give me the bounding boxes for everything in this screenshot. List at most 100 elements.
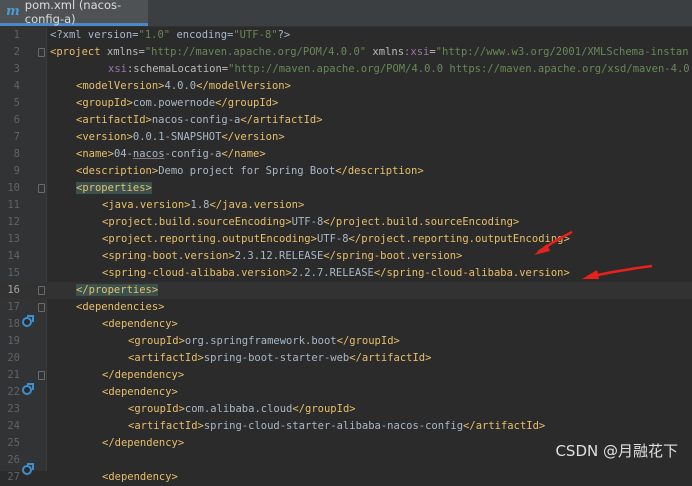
open-tag: <groupId> [128,403,185,415]
close-tag: </version> [221,131,285,143]
open-tag: <spring-cloud-alibaba.version> [102,267,292,279]
line-number: 2 [13,46,20,58]
line-number: 20 [7,352,20,364]
close-tag: </description> [335,165,424,177]
code-line-15[interactable]: 15 <spring-cloud-alibaba.version>2.2.7.RE… [0,265,692,282]
xmlns-value: "http://maven.apache.org/POM/4.0.0" [144,46,367,58]
tag-value: spring-boot-starter-web [203,352,350,364]
tag-value: com.powernode [132,97,216,109]
line-number: 4 [13,80,20,92]
code-line-24[interactable]: 24 <artifactId>spring-cloud-starter-aliba… [0,418,692,435]
open-tag: <dependencies> [76,301,165,313]
fold-marker-icon[interactable] [38,371,45,380]
tag-value: 1.8 [190,199,210,211]
maven-dependency-icon[interactable] [22,385,32,395]
code-line-13[interactable]: 13 <project.reporting.outputEncoding>UTF-… [0,231,692,248]
code-line-7[interactable]: 7 <version>0.0.1-SNAPSHOT</version> [0,129,692,146]
line-number: 6 [13,114,20,126]
code-line-27[interactable]: 27 <dependency> [0,469,692,486]
fold-marker-icon[interactable] [38,184,45,193]
close-tag: </spring-cloud-alibaba.version> [373,267,570,279]
open-tag: <dependency> [102,386,178,398]
code-line-21[interactable]: 21 </dependency> [0,367,692,384]
tag-value: 0.0.1-SNAPSHOT [132,131,222,143]
line-number: 27 [7,471,20,483]
line-number: 25 [7,437,20,449]
tag-value: 4.0.0 [164,80,197,92]
xml-encoding-value: "UTF-8" [233,29,278,41]
xml-declaration-end: ?> [277,29,291,41]
close-tag: </groupId> [336,335,400,347]
close-tag: </dependency> [102,369,185,381]
maven-icon: m [6,4,20,19]
properties-open-tag: <properties> [76,182,152,194]
xml-encoding-attr: encoding= [170,29,234,41]
line-number: 8 [13,148,20,160]
open-tag: <spring-boot.version> [102,250,235,262]
code-line-18[interactable]: 18 <dependency> [0,316,692,333]
line-number: 7 [13,131,20,143]
code-line-1[interactable]: 1 <?xml version="1.0" encoding="UTF-8"?> [0,27,692,44]
open-tag: <version> [76,131,133,143]
line-number: 21 [7,369,20,381]
maven-dependency-icon[interactable] [22,317,32,327]
xml-version-value: "1.0" [138,29,171,41]
open-tag: <project.build.sourceEncoding> [102,216,292,228]
code-line-19[interactable]: 19 <groupId>org.springframework.boot</gro… [0,333,692,350]
code-line-12[interactable]: 12 <project.build.sourceEncoding>UTF-8</p… [0,214,692,231]
tag-value: org.springframework.boot [184,335,337,347]
csdn-watermark: CSDN @月融花下 [555,442,678,460]
tag-value: 2.3.12.RELEASE [234,250,324,262]
xmlns-attr: xmlns [106,46,139,58]
close-tag: </project.build.sourceEncoding> [323,216,520,228]
code-line-4[interactable]: 4 <modelVersion>4.0.0</modelVersion> [0,78,692,95]
open-tag: <dependency> [102,318,178,330]
code-line-22[interactable]: 22 <dependency> [0,384,692,401]
code-line-23[interactable]: 23 <groupId>com.alibaba.cloud</groupId> [0,401,692,418]
code-line-20[interactable]: 20 <artifactId>spring-boot-starter-web</a… [0,350,692,367]
xsi-namespace: :xsi [404,46,430,58]
tag-value: spring-cloud-starter-alibaba-nacos-confi… [203,420,464,432]
line-number: 15 [7,267,20,279]
line-number: 9 [13,165,20,177]
tag-value: com.alibaba.cloud [184,403,293,415]
line-number: 23 [7,403,20,415]
open-tag: <project.reporting.outputEncoding> [102,233,317,245]
line-number: 26 [7,454,20,466]
line-number: 16 [7,284,20,296]
editor-tab-bar: m pom.xml (nacos-config-a) [0,0,692,27]
line-number: 1 [13,29,20,41]
xsi-prefix: xsi [108,63,127,75]
code-line-5[interactable]: 5 <groupId>com.powernode</groupId> [0,95,692,112]
code-line-10[interactable]: 10 <properties> [0,180,692,197]
maven-dependency-icon[interactable] [22,465,32,475]
line-number: 11 [7,199,20,211]
open-tag: <java.version> [102,199,191,211]
fold-marker-icon[interactable] [38,286,45,295]
code-line-9[interactable]: 9 <description>Demo project for Spring Bo… [0,163,692,180]
line-number: 17 [7,301,20,313]
code-line-3[interactable]: 3 xsi:schemaLocation="http://maven.apache… [0,61,692,78]
code-line-16[interactable]: 16 </properties> [0,282,692,299]
tag-value-prefix: 04- [113,148,133,160]
close-tag: </groupId> [292,403,356,415]
fold-marker-icon[interactable] [38,48,45,57]
code-line-17[interactable]: 17 <dependencies> [0,299,692,316]
line-number: 3 [13,63,20,75]
code-line-8[interactable]: 8 <name>04-nacos-config-a</name> [0,146,692,163]
code-line-11[interactable]: 11 <java.version>1.8</java.version> [0,197,692,214]
open-tag: <name> [76,148,114,160]
line-number: 12 [7,216,20,228]
code-line-14[interactable]: 14 <spring-boot.version>2.3.12.RELEASE</s… [0,248,692,265]
code-line-6[interactable]: 6 <artifactId>nacos-config-a</artifactId> [0,112,692,129]
close-tag: </artifactId> [463,420,546,432]
xml-declaration: <?xml version= [50,29,139,41]
open-tag: <modelVersion> [76,80,165,92]
fold-marker-icon[interactable] [38,303,45,312]
tab-title: pom.xml (nacos-config-a) [24,0,122,26]
code-line-2[interactable]: 2 <project xmlns="http://maven.apache.org… [0,44,692,61]
code-editor[interactable]: 1 <?xml version="1.0" encoding="UTF-8"?> … [0,27,692,483]
tag-value: nacos-config-a [151,114,241,126]
tab-pom-xml[interactable]: m pom.xml (nacos-config-a) [0,0,148,26]
close-tag: </groupId> [215,97,279,109]
